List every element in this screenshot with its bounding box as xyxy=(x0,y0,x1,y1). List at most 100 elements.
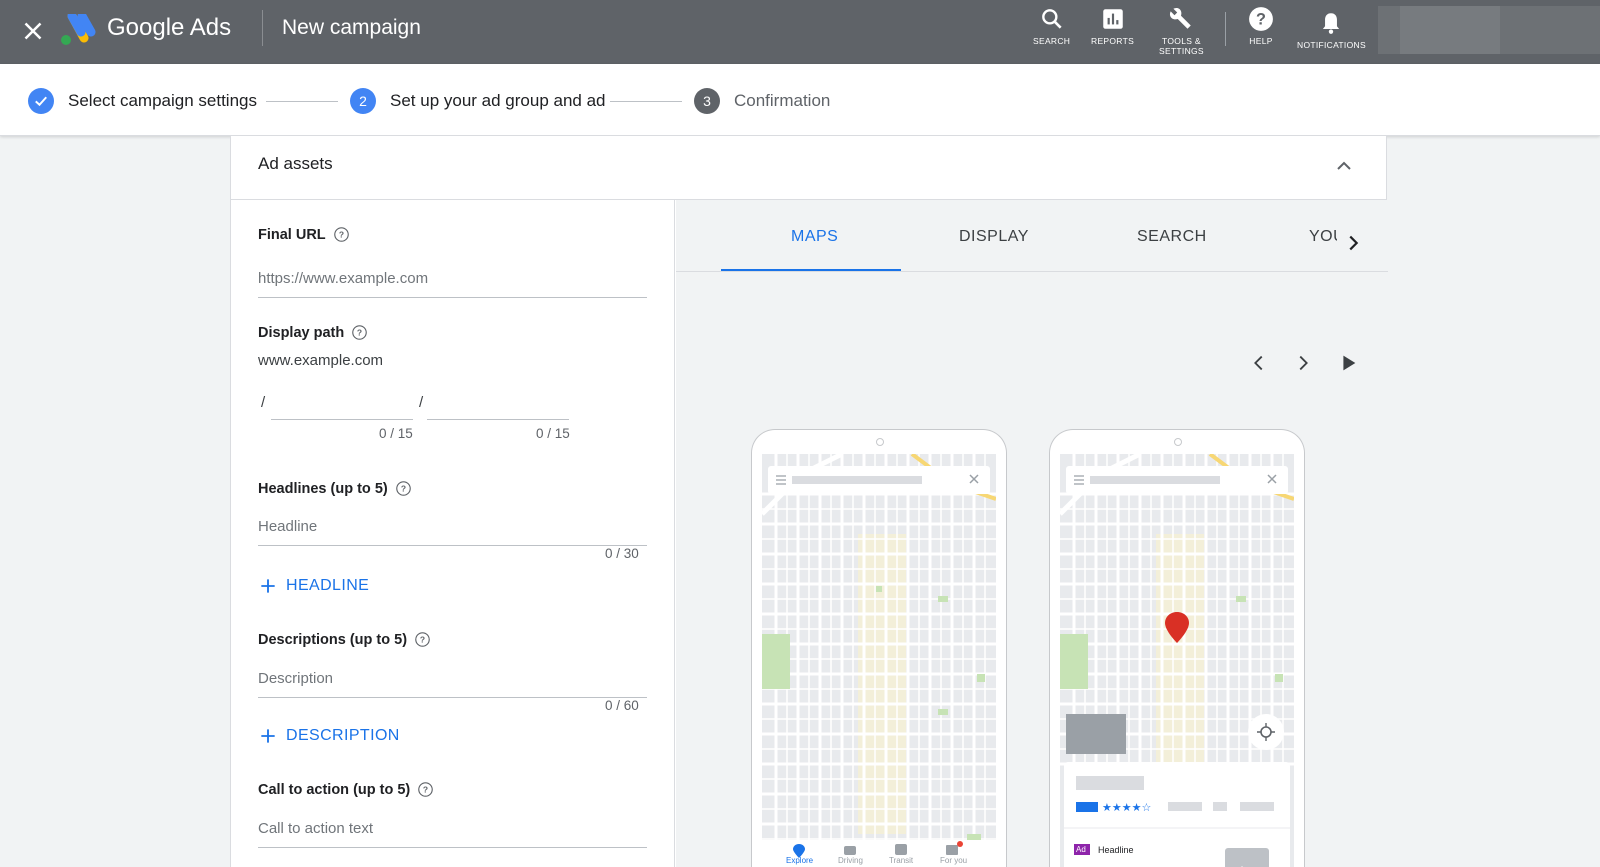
top-bar: Google Ads New campaign SEARCH REPORTS T… xyxy=(0,0,1600,64)
map-screen: ★★★★☆ Ad Headline xyxy=(1060,454,1294,867)
google-ads-logo xyxy=(61,14,96,45)
step-set-up-ad-group[interactable]: 2 Set up your ad group and ad xyxy=(350,88,606,114)
tools-settings-button[interactable]: TOOLS & SETTINGS xyxy=(1159,6,1204,56)
path-separator: / xyxy=(261,394,266,411)
headline-input[interactable]: Headline xyxy=(258,518,647,546)
map-graphic: ★★★★☆ xyxy=(1060,454,1294,867)
description-input[interactable]: Description xyxy=(258,670,647,698)
path2-counter: 0 / 15 xyxy=(536,426,570,441)
add-headline-button[interactable]: HEADLINE xyxy=(258,576,369,596)
tools-label-line2: SETTINGS xyxy=(1159,46,1204,56)
active-tab-indicator xyxy=(721,269,901,271)
plus-icon xyxy=(261,579,275,593)
search-label: SEARCH xyxy=(1033,36,1071,46)
section-header[interactable]: Ad assets xyxy=(231,136,1386,200)
ad-preview-panel: MAPS DISPLAY SEARCH YOU xyxy=(676,200,1388,867)
tab-display[interactable]: DISPLAY xyxy=(959,228,1029,246)
check-icon xyxy=(28,88,54,114)
svg-text:?: ? xyxy=(339,230,344,240)
account-name-blurred xyxy=(1400,6,1500,54)
phone-preview-explore: Explore Driving Transit For you xyxy=(751,429,1007,867)
chevron-right-icon[interactable] xyxy=(1342,232,1364,254)
section-title: Ad assets xyxy=(258,154,333,173)
nav-explore[interactable]: Explore xyxy=(786,856,813,865)
svg-text:★★★★☆: ★★★★☆ xyxy=(1102,801,1151,814)
next-preview-icon[interactable] xyxy=(1292,352,1314,374)
notifications-label: NOTIFICATIONS xyxy=(1297,40,1366,50)
nav-driving[interactable]: Driving xyxy=(838,856,863,865)
add-description-label: DESCRIPTION xyxy=(286,727,400,744)
final-url-input[interactable]: https://www.example.com xyxy=(258,270,647,298)
divider xyxy=(1225,12,1226,46)
help-circle-icon[interactable]: ? xyxy=(395,480,412,497)
search-icon xyxy=(1041,9,1062,29)
cta-label-text: Call to action (up to 5) xyxy=(258,781,411,798)
ad-form: Final URL ? https://www.example.com Disp… xyxy=(231,200,675,867)
display-path-label-text: Display path xyxy=(258,324,345,341)
notifications-button[interactable]: NOTIFICATIONS xyxy=(1297,10,1366,50)
ad-headline: Headline xyxy=(1098,845,1134,855)
path1-input[interactable] xyxy=(271,419,413,420)
display-path-base: www.example.com xyxy=(258,352,384,369)
headlines-label-text: Headlines (up to 5) xyxy=(258,480,388,497)
svg-text:?: ? xyxy=(401,484,406,494)
path2-input[interactable] xyxy=(427,419,569,420)
preview-tabs: MAPS DISPLAY SEARCH YOU xyxy=(676,200,1388,272)
step-number: 3 xyxy=(694,88,720,114)
help-label: HELP xyxy=(1249,36,1273,46)
tab-search[interactable]: SEARCH xyxy=(1137,228,1207,246)
previous-preview-icon[interactable] xyxy=(1248,352,1270,374)
step-confirmation: 3 Confirmation xyxy=(694,88,830,114)
reports-button[interactable]: REPORTS xyxy=(1091,6,1134,46)
map-graphic xyxy=(762,454,996,867)
path-separator: / xyxy=(419,394,424,411)
step-label: Select campaign settings xyxy=(68,91,257,110)
nav-for-you[interactable]: For you xyxy=(940,856,967,865)
campaign-stepper: Select campaign settings 2 Set up your a… xyxy=(0,64,1600,136)
ad-badge: Ad xyxy=(1076,845,1086,854)
reports-icon xyxy=(1102,9,1123,29)
brand-name: Google Ads xyxy=(107,14,232,41)
account-switcher[interactable] xyxy=(1378,6,1600,54)
phone-preview-ad: ★★★★☆ Ad Headline xyxy=(1049,429,1305,867)
help-circle-icon[interactable]: ? xyxy=(417,781,434,798)
chevron-up-icon[interactable] xyxy=(1332,154,1356,178)
bell-icon xyxy=(1323,13,1340,34)
help-button[interactable]: ? HELP xyxy=(1248,6,1274,46)
headlines-label: Headlines (up to 5) ? xyxy=(258,480,412,497)
page-title: New campaign xyxy=(282,16,421,39)
help-circle-icon[interactable]: ? xyxy=(333,226,350,243)
svg-text:?: ? xyxy=(1256,10,1266,28)
svg-text:?: ? xyxy=(357,328,362,338)
close-icon[interactable] xyxy=(18,16,48,46)
descriptions-label-text: Descriptions (up to 5) xyxy=(258,631,408,648)
add-description-button[interactable]: DESCRIPTION xyxy=(258,726,400,746)
display-path-label: Display path ? xyxy=(258,324,368,341)
tab-youtube[interactable]: YOU xyxy=(1309,228,1337,246)
description-counter: 0 / 60 xyxy=(605,698,639,713)
tab-maps[interactable]: MAPS xyxy=(791,228,838,246)
wrench-icon xyxy=(1170,7,1192,29)
step-number: 2 xyxy=(350,88,376,114)
svg-text:?: ? xyxy=(420,635,425,645)
add-headline-label: HEADLINE xyxy=(286,577,370,594)
help-circle-icon[interactable]: ? xyxy=(414,631,431,648)
help-circle-icon[interactable]: ? xyxy=(351,324,368,341)
path1-counter: 0 / 15 xyxy=(379,426,413,441)
cta-input[interactable]: Call to action text xyxy=(258,820,647,848)
headline-counter: 0 / 30 xyxy=(605,546,639,561)
step-select-campaign-settings[interactable]: Select campaign settings xyxy=(28,88,257,114)
divider xyxy=(262,10,263,46)
nav-transit[interactable]: Transit xyxy=(889,856,913,865)
search-button[interactable]: SEARCH xyxy=(1033,6,1070,46)
play-icon[interactable] xyxy=(1337,352,1359,374)
descriptions-label: Descriptions (up to 5) ? xyxy=(258,631,431,648)
help-icon: ? xyxy=(1249,7,1273,31)
step-label: Confirmation xyxy=(734,91,831,110)
step-connector xyxy=(610,101,682,102)
reports-label: REPORTS xyxy=(1091,36,1135,46)
cta-label: Call to action (up to 5) ? xyxy=(258,781,434,798)
final-url-label: Final URL ? xyxy=(258,226,350,243)
svg-text:?: ? xyxy=(423,785,428,795)
plus-icon xyxy=(261,729,275,743)
